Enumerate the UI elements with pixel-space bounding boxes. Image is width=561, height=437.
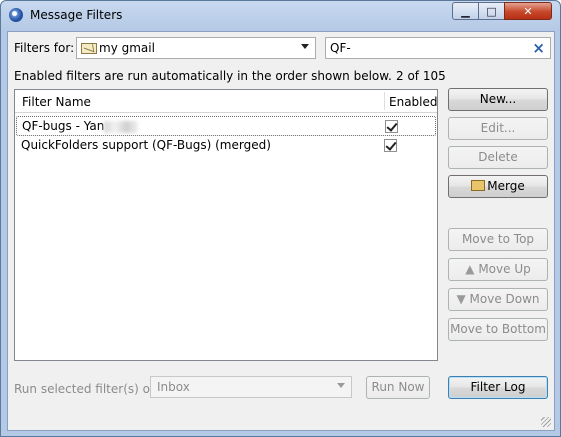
move-down-button[interactable]: ▼ Move Down	[448, 288, 548, 311]
run-now-label: Run Now	[371, 380, 425, 394]
run-now-button[interactable]: Run Now	[366, 376, 430, 399]
dialog-content: Filters for: my gmail QF- × Enabled filt…	[7, 31, 555, 431]
table-row[interactable]: QuickFolders support (QF-Bugs) (merged)	[16, 136, 436, 156]
close-button[interactable]: ✕	[504, 2, 552, 20]
thunderbird-icon	[9, 8, 23, 22]
merge-button[interactable]: Merge	[448, 175, 548, 198]
filter-count: 2 of 105	[396, 69, 446, 83]
run-folder-select[interactable]: Inbox	[150, 376, 352, 398]
filter-log-label: Filter Log	[470, 380, 526, 394]
message-filters-window: Message Filters ▁ □ ✕ Filters for: my gm…	[0, 0, 561, 437]
resize-grip-icon[interactable]	[541, 417, 551, 427]
new-filter-button[interactable]: New...	[448, 88, 548, 111]
arrow-up-icon: ▲	[465, 262, 475, 276]
account-name: my gmail	[99, 41, 155, 55]
minimize-button[interactable]: ▁	[452, 2, 479, 20]
filter-name: QuickFolders support (QF-Bugs) (merged)	[21, 138, 271, 152]
maximize-icon: □	[486, 5, 497, 18]
chevron-down-icon	[337, 383, 345, 388]
run-selected-label: Run selected filter(s) on:	[14, 382, 162, 396]
enabled-checkbox[interactable]	[384, 139, 397, 152]
maximize-button[interactable]: □	[478, 2, 505, 20]
list-header: Filter Name Enabled	[15, 90, 438, 113]
title-bar: Message Filters ▁ □ ✕	[1, 1, 560, 29]
column-enabled[interactable]: Enabled	[389, 95, 438, 109]
account-select[interactable]: my gmail	[76, 37, 316, 59]
merge-label: Merge	[487, 179, 525, 193]
move-to-top-label: Move to Top	[461, 232, 535, 246]
filter-log-button[interactable]: Filter Log	[448, 376, 548, 399]
filter-search-input[interactable]: QF- ×	[325, 37, 551, 59]
filters-for-label: Filters for:	[14, 41, 75, 55]
filter-list[interactable]: Filter Name Enabled QF-bugs - Yan QuickF…	[14, 89, 438, 361]
column-divider[interactable]	[384, 92, 385, 110]
run-folder-value: Inbox	[157, 380, 190, 394]
close-icon: ✕	[523, 5, 533, 18]
clear-search-icon[interactable]: ×	[532, 39, 545, 57]
move-up-button[interactable]: ▲ Move Up	[448, 258, 548, 281]
table-row[interactable]: QF-bugs - Yan	[16, 116, 436, 136]
move-to-bottom-button[interactable]: Move to Bottom	[448, 318, 548, 341]
delete-label: Delete	[478, 150, 518, 164]
move-up-label: Move Up	[478, 262, 531, 276]
envelope-icon	[81, 40, 97, 54]
minimize-icon: ▁	[461, 5, 470, 18]
enabled-checkbox[interactable]	[385, 120, 398, 133]
filters-description: Enabled filters are run automatically in…	[14, 69, 392, 83]
column-filter-name[interactable]: Filter Name	[22, 95, 91, 109]
window-title: Message Filters	[30, 8, 123, 22]
arrow-down-icon: ▼	[456, 292, 466, 306]
chevron-down-icon	[301, 44, 309, 49]
move-down-label: Move Down	[469, 292, 540, 306]
move-to-bottom-label: Move to Bottom	[450, 322, 546, 336]
delete-filter-button[interactable]: Delete	[448, 146, 548, 169]
search-value: QF-	[330, 41, 351, 55]
merge-icon	[471, 180, 486, 191]
new-label: New...	[479, 92, 517, 106]
move-to-top-button[interactable]: Move to Top	[448, 228, 548, 251]
edit-filter-button[interactable]: Edit...	[448, 117, 548, 140]
filter-name: QF-bugs - Yan	[22, 119, 105, 133]
edit-label: Edit...	[480, 121, 516, 135]
redacted-text	[104, 120, 139, 133]
